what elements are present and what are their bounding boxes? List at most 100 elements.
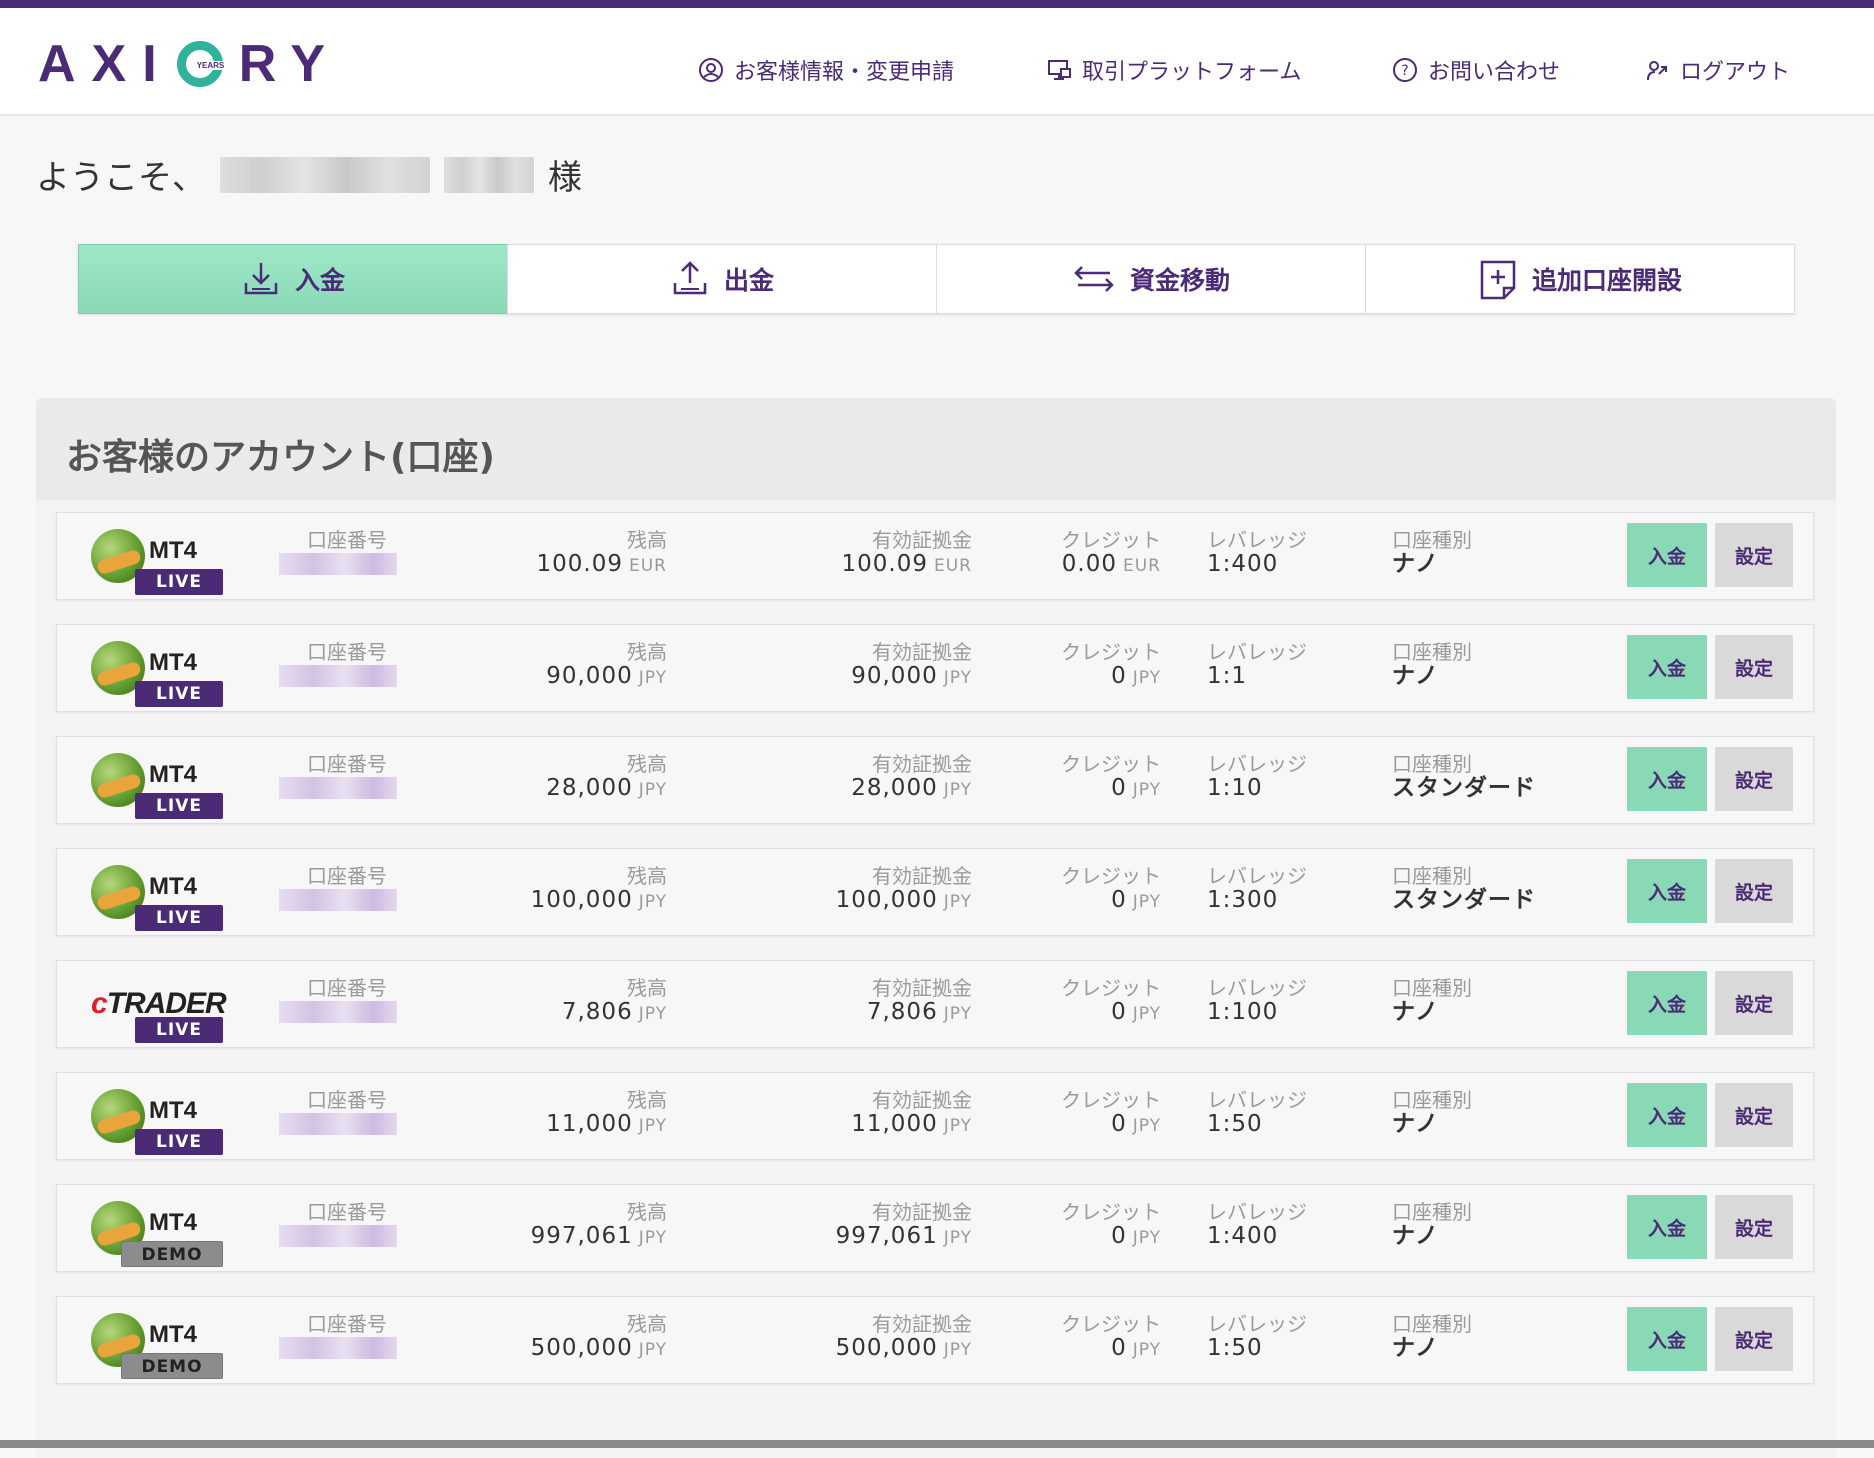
account-type-field: 口座種別 スタンダード [1392, 753, 1562, 801]
credit-field: クレジット 0 JPY [987, 865, 1161, 915]
leverage-value: 1:50 [1207, 1335, 1263, 1361]
user-circle-icon [699, 58, 723, 82]
leverage-label: レバレッジ [1207, 864, 1307, 888]
redacted-account-number [279, 1225, 397, 1247]
transfer-arrows-icon [1074, 266, 1114, 292]
account-mode-tag: DEMO [121, 1353, 223, 1379]
credit-label: クレジット [1061, 1200, 1161, 1224]
row-settings-button[interactable]: 設定 [1715, 523, 1793, 587]
equity-label: 有効証拠金 [872, 528, 972, 552]
account-type-value: スタンダード [1392, 887, 1536, 913]
credit-currency: JPY [1132, 1116, 1161, 1136]
equity-currency: JPY [943, 780, 972, 800]
credit-value: 0 [1111, 775, 1127, 801]
credit-value: 0 [1111, 1111, 1127, 1137]
row-deposit-button[interactable]: 入金 [1627, 523, 1707, 587]
row-deposit-button[interactable]: 入金 [1627, 1195, 1707, 1259]
account-type-value: ナノ [1392, 1223, 1439, 1249]
leverage-value: 1:10 [1207, 775, 1263, 801]
credit-value: 0 [1111, 887, 1127, 913]
row-deposit-button[interactable]: 入金 [1627, 971, 1707, 1035]
row-settings-button[interactable]: 設定 [1715, 1307, 1793, 1371]
open-account-action-button[interactable]: 追加口座開設 [1365, 244, 1795, 314]
leverage-value: 1:1 [1207, 663, 1248, 689]
welcome-suffix: 様 [548, 158, 582, 198]
redacted-account-number [279, 889, 397, 911]
account-type-label: 口座種別 [1392, 640, 1472, 664]
credit-field: クレジット 0 JPY [987, 1313, 1161, 1363]
leverage-field: レバレッジ 1:1 [1207, 641, 1327, 689]
credit-label: クレジット [1061, 1312, 1161, 1336]
account-number-field: 口座番号 [279, 641, 397, 687]
balance-currency: JPY [638, 892, 667, 912]
redacted-account-number [279, 1001, 397, 1023]
platform-name: MT4 [149, 537, 197, 564]
redacted-account-number [279, 1337, 397, 1359]
balance-label: 残高 [627, 528, 667, 552]
account-type-field: 口座種別 ナノ [1392, 641, 1562, 689]
account-type-label: 口座種別 [1392, 1312, 1472, 1336]
deposit-action-button[interactable]: 入金 [78, 244, 508, 314]
credit-field: クレジット 0 JPY [987, 753, 1161, 803]
equity-currency: JPY [943, 1228, 972, 1248]
equity-field: 有効証拠金 90,000 JPY [697, 641, 972, 691]
equity-currency: EUR [934, 556, 972, 576]
row-settings-button[interactable]: 設定 [1715, 1083, 1793, 1147]
leverage-label: レバレッジ [1207, 752, 1307, 776]
row-deposit-button[interactable]: 入金 [1627, 747, 1707, 811]
nav-trading-platform[interactable]: 取引プラットフォーム [1046, 54, 1301, 86]
equity-value: 28,000 [851, 775, 938, 801]
account-row: MT4 LIVE 口座番号 残高 11,000 JPY 有効証拠金 11,000 J… [56, 1072, 1814, 1160]
account-mode-tag: LIVE [135, 905, 223, 931]
credit-label: クレジット [1061, 976, 1161, 1000]
account-number-label: 口座番号 [307, 976, 387, 1000]
balance-currency: EUR [629, 556, 667, 576]
row-settings-button[interactable]: 設定 [1715, 747, 1793, 811]
withdraw-action-button[interactable]: 出金 [507, 244, 937, 314]
leverage-value: 1:100 [1207, 999, 1279, 1025]
equity-value: 100.09 [841, 551, 928, 577]
account-row: MT4 DEMO 口座番号 残高 500,000 JPY 有効証拠金 500,00… [56, 1296, 1814, 1384]
leverage-field: レバレッジ 1:300 [1207, 865, 1327, 913]
balance-value: 100,000 [530, 887, 633, 913]
platform-badge: MT4 LIVE [91, 749, 223, 819]
equity-label: 有効証拠金 [872, 864, 972, 888]
nav-contact[interactable]: ? お問い合わせ [1392, 54, 1560, 86]
balance-field: 残高 100.09 EUR [437, 529, 667, 579]
account-number-field: 口座番号 [279, 1089, 397, 1135]
row-deposit-button[interactable]: 入金 [1627, 635, 1707, 699]
platform-name: MT4 [149, 873, 197, 900]
nav-label: 取引プラットフォーム [1082, 60, 1302, 85]
platform-badge: MT4 DEMO [91, 1197, 223, 1267]
account-number-label: 口座番号 [307, 1200, 387, 1224]
row-deposit-button[interactable]: 入金 [1627, 1083, 1707, 1147]
account-type-value: ナノ [1392, 663, 1439, 689]
nav-logout[interactable]: ログアウト [1644, 54, 1790, 86]
row-settings-button[interactable]: 設定 [1715, 1195, 1793, 1259]
balance-value: 11,000 [546, 1111, 633, 1137]
account-row: MT4 LIVE 口座番号 残高 28,000 JPY 有効証拠金 28,000 J… [56, 736, 1814, 824]
nav-label: お問い合わせ [1428, 60, 1561, 85]
credit-field: クレジット 0.00 EUR [987, 529, 1161, 579]
row-settings-button[interactable]: 設定 [1715, 635, 1793, 699]
credit-field: クレジット 0 JPY [987, 641, 1161, 691]
logo-wordmark: AX I YEARS RY [38, 34, 341, 94]
credit-label: クレジット [1061, 864, 1161, 888]
credit-currency: JPY [1132, 1228, 1161, 1248]
equity-field: 有効証拠金 11,000 JPY [697, 1089, 972, 1139]
nav-account-info[interactable]: お客様情報・変更申請 [698, 54, 954, 86]
account-type-value: ナノ [1392, 551, 1439, 577]
transfer-action-button[interactable]: 資金移動 [936, 244, 1366, 314]
row-deposit-button[interactable]: 入金 [1627, 859, 1707, 923]
axiory-logo[interactable]: AX I YEARS RY [38, 34, 341, 94]
equity-field: 有効証拠金 100,000 JPY [697, 865, 972, 915]
row-settings-button[interactable]: 設定 [1715, 971, 1793, 1035]
platform-badge: MT4 LIVE [91, 861, 223, 931]
leverage-field: レバレッジ 1:50 [1207, 1089, 1327, 1137]
balance-field: 残高 7,806 JPY [437, 977, 667, 1027]
row-settings-button[interactable]: 設定 [1715, 859, 1793, 923]
balance-currency: JPY [638, 1340, 667, 1360]
row-deposit-button[interactable]: 入金 [1627, 1307, 1707, 1371]
balance-label: 残高 [627, 1200, 667, 1224]
credit-field: クレジット 0 JPY [987, 977, 1161, 1027]
